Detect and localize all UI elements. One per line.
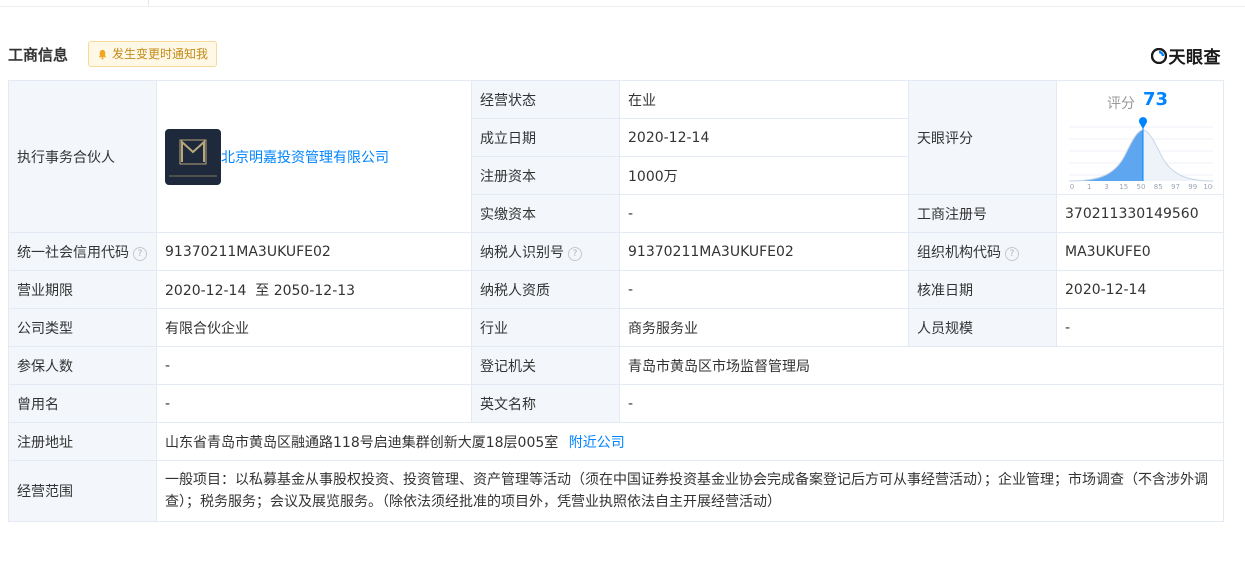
partner-label: 执行事务合伙人 — [8, 80, 157, 233]
score-label: 天眼评分 — [908, 80, 1057, 195]
org-code-value: MA3UKUFE0 — [1056, 232, 1224, 271]
section-header: 工商信息 发生变更时通知我 天眼查 — [8, 41, 1223, 68]
status-value: 在业 — [619, 80, 909, 119]
former-name-value: - — [156, 384, 472, 423]
insured-count-value: - — [156, 346, 472, 385]
table-row: 公司类型 有限合伙企业 行业 商务服务业 人员规模 - — [8, 308, 1224, 347]
notify-change-label: 发生变更时通知我 — [112, 47, 209, 61]
score-title: 评分 — [1107, 96, 1135, 112]
table-row: 参保人数 - 登记机关 青岛市黄岛区市场监督管理局 — [8, 346, 1224, 385]
business-term-label: 营业期限 — [8, 270, 157, 309]
approval-date-value: 2020-12-14 — [1056, 270, 1224, 309]
taxpayer-qualification-value: - — [619, 270, 909, 309]
tianyancha-logo-icon — [1150, 47, 1167, 64]
notify-change-button[interactable]: 发生变更时通知我 — [88, 41, 218, 67]
taxpayer-qualification-label: 纳税人资质 — [471, 270, 620, 309]
business-scope-value: 一般项目：以私募基金从事股权投资、投资管理、资产管理等活动（须在中国证券投资基金… — [156, 460, 1224, 522]
score-tick-label: 50 — [1137, 183, 1146, 191]
table-row: 经营范围 一般项目：以私募基金从事股权投资、投资管理、资产管理等活动（须在中国证… — [8, 460, 1224, 522]
capital-value: 1000万 — [619, 156, 909, 195]
taxpayer-id-label: 纳税人识别号? — [471, 232, 620, 271]
score-value: 73 — [1143, 89, 1169, 110]
industry-label: 行业 — [471, 308, 620, 347]
score-tick-label: 3 — [1104, 183, 1108, 191]
org-code-label-text: 组织机构代码 — [917, 244, 1001, 261]
address-label: 注册地址 — [8, 422, 157, 461]
address-value: 山东省青岛市黄岛区融通路118号启迪集群创新大厦18层005室 — [165, 434, 559, 451]
business-scope-label: 经营范围 — [8, 460, 157, 522]
founded-value: 2020-12-14 — [619, 118, 909, 157]
score-cell: 评分 73 0 1 3 15 50 85 97 99 100 — [1056, 80, 1224, 195]
reg-authority-value: 青岛市黄岛区市场监督管理局 — [619, 346, 1224, 385]
help-icon[interactable]: ? — [133, 246, 147, 261]
english-name-value: - — [619, 384, 1224, 423]
score-tick-label: 0 — [1070, 183, 1074, 191]
score-tick-label: 15 — [1119, 183, 1128, 191]
reg-authority-label: 登记机关 — [471, 346, 620, 385]
business-term-value: 2020-12-14 至 2050-12-13 — [156, 270, 472, 309]
score-tick-label: 85 — [1154, 183, 1163, 191]
insured-count-label: 参保人数 — [8, 346, 157, 385]
table-row: 统一社会信用代码? 91370211MA3UKUFE02 纳税人识别号? 913… — [8, 232, 1224, 271]
company-type-label: 公司类型 — [8, 308, 157, 347]
partner-cell: 北京明嘉投资管理有限公司 — [156, 80, 472, 233]
score-distribution-chart: 0 1 3 15 50 85 97 99 100 — [1069, 117, 1213, 191]
help-icon[interactable]: ? — [568, 246, 582, 261]
org-code-label: 组织机构代码? — [908, 232, 1057, 271]
tab-divider — [148, 0, 149, 6]
business-info-table: 执行事务合伙人 北京明嘉投资管理有限公司 经营状态 在业 天眼评分 评分 73 … — [8, 80, 1224, 522]
credit-code-value: 91370211MA3UKUFE02 — [156, 232, 472, 271]
score-tick-label: 97 — [1171, 183, 1180, 191]
table-row: 曾用名 - 英文名称 - — [8, 384, 1224, 423]
table-row: 营业期限 2020-12-14 至 2050-12-13 纳税人资质 - 核准日… — [8, 270, 1224, 309]
approval-date-label: 核准日期 — [908, 270, 1057, 309]
paid-capital-label: 实缴资本 — [471, 194, 620, 233]
industry-value: 商务服务业 — [619, 308, 909, 347]
help-icon[interactable]: ? — [1005, 246, 1019, 261]
staff-size-label: 人员规模 — [908, 308, 1057, 347]
section-title: 工商信息 — [8, 46, 69, 64]
former-name-label: 曾用名 — [8, 384, 157, 423]
top-tab-strip — [0, 0, 1245, 7]
tianyancha-logo: 天眼查 — [1150, 43, 1222, 68]
capital-label: 注册资本 — [471, 156, 620, 195]
table-row: 执行事务合伙人 北京明嘉投资管理有限公司 经营状态 在业 天眼评分 评分 73 … — [8, 80, 1224, 233]
company-type-value: 有限合伙企业 — [156, 308, 472, 347]
table-row: 注册地址 山东省青岛市黄岛区融通路118号启迪集群创新大厦18层005室 附近公… — [8, 422, 1224, 461]
english-name-label: 英文名称 — [471, 384, 620, 423]
brand-name: 天眼查 — [1168, 48, 1221, 68]
reg-number-label: 工商注册号 — [908, 194, 1057, 233]
score-tick-label: 1 — [1087, 183, 1091, 191]
bell-icon — [98, 49, 107, 59]
paid-capital-value: - — [619, 194, 909, 233]
partner-company-link[interactable]: 北京明嘉投资管理有限公司 — [221, 147, 389, 167]
company-logo-icon — [165, 128, 221, 185]
credit-code-label-text: 统一社会信用代码 — [17, 244, 129, 261]
address-cell: 山东省青岛市黄岛区融通路118号启迪集群创新大厦18层005室 附近公司 — [156, 422, 1224, 461]
founded-label: 成立日期 — [471, 118, 620, 157]
partner-card: 北京明嘉投资管理有限公司 — [157, 81, 471, 232]
score-tick-label: 99 — [1188, 183, 1197, 191]
status-label: 经营状态 — [471, 80, 620, 119]
taxpayer-id-value: 91370211MA3UKUFE02 — [619, 232, 909, 271]
nearby-companies-link[interactable]: 附近公司 — [569, 435, 625, 451]
credit-code-label: 统一社会信用代码? — [8, 232, 157, 271]
reg-number-value: 370211330149560 — [1056, 194, 1224, 233]
score-tick-label: 100 — [1203, 183, 1213, 191]
score-widget[interactable]: 评分 73 0 1 3 15 50 85 97 99 100 — [1058, 82, 1223, 194]
staff-size-value: - — [1056, 308, 1224, 347]
taxpayer-id-label-text: 纳税人识别号 — [480, 244, 564, 261]
